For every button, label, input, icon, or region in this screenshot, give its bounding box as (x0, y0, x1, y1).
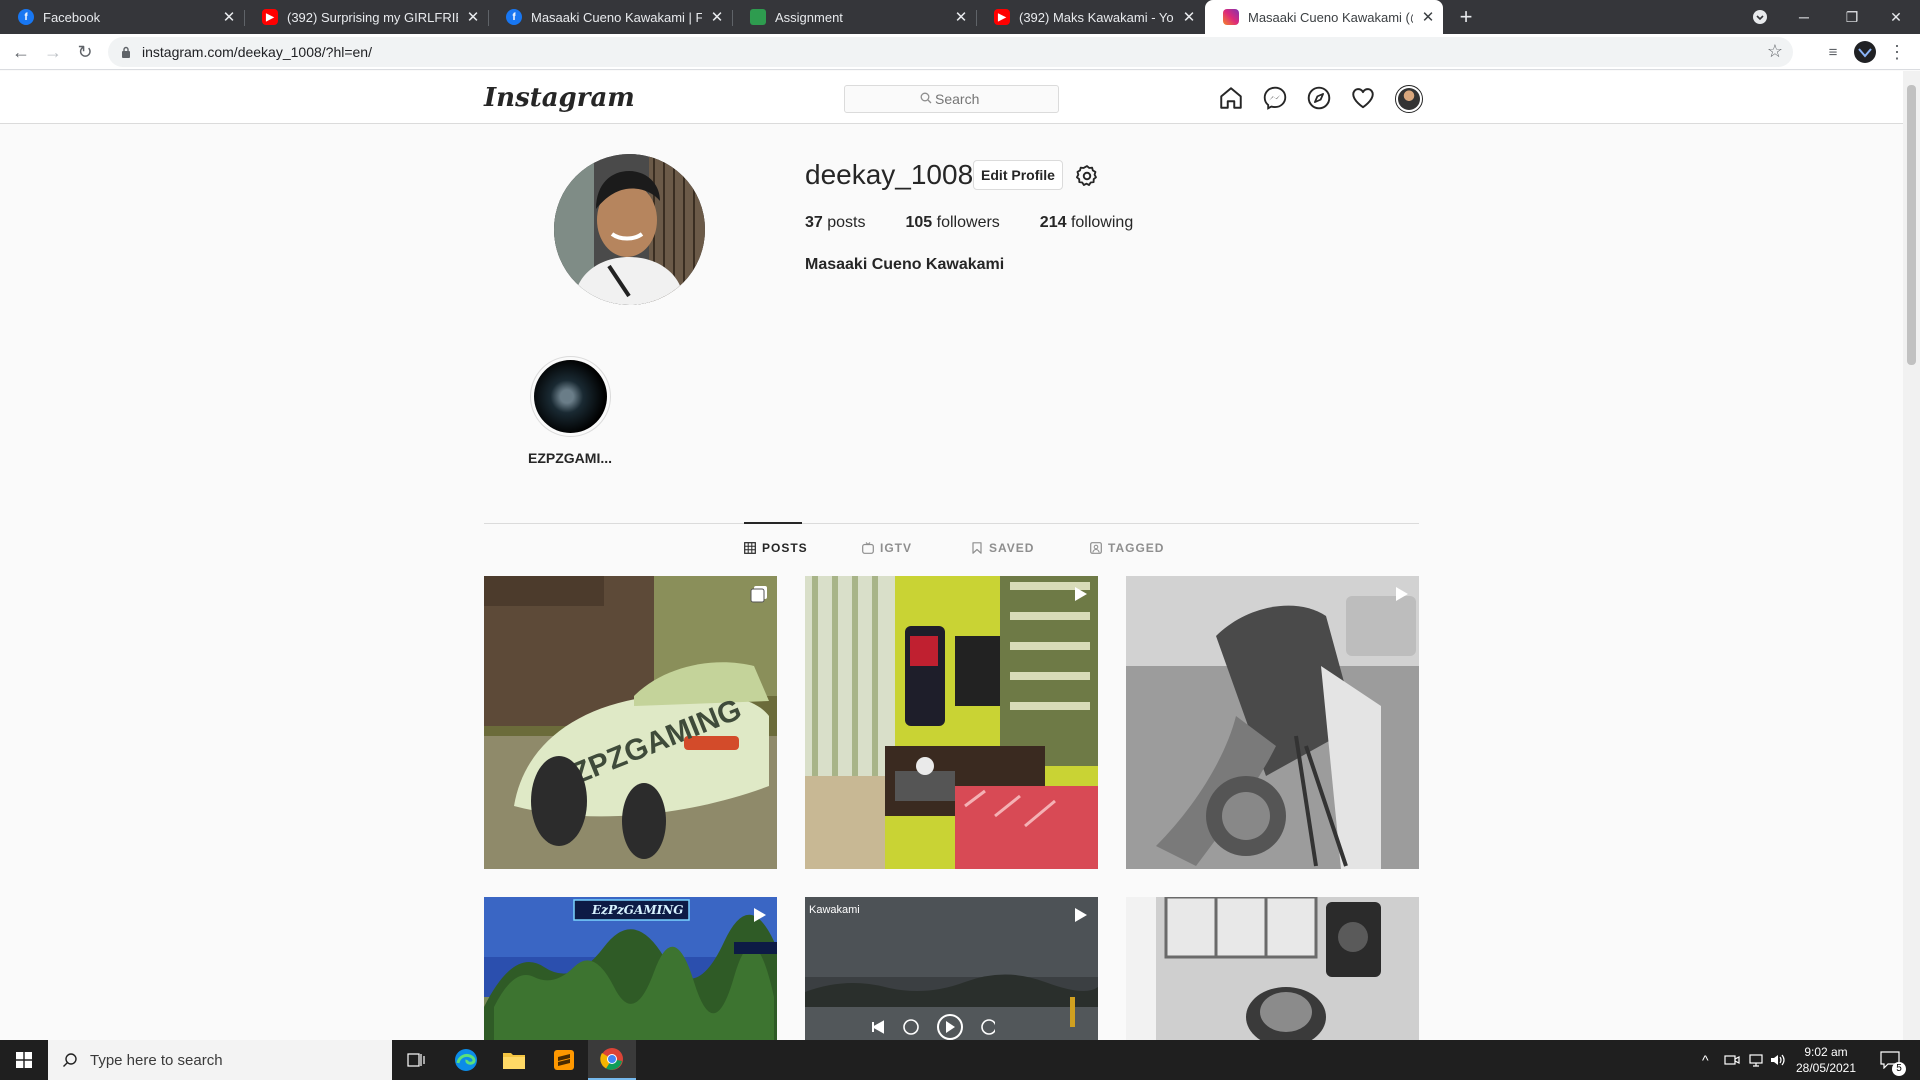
instagram-logo[interactable]: Instagram (484, 83, 635, 113)
youtube-icon: ▶ (994, 9, 1010, 25)
post-overlay-text: Kawakami (809, 904, 860, 916)
browser-tab-assignment[interactable]: Assignment ✕ (732, 0, 976, 34)
highlight-label: EZPZGAMI... (528, 450, 612, 466)
post-thumbnail[interactable]: Kawakami (805, 897, 1098, 1040)
video-play-icon (754, 908, 766, 922)
lock-icon (122, 46, 130, 58)
browser-tab-facebook-profile[interactable]: f Masaaki Cueno Kawakami | Facel ✕ (488, 0, 732, 34)
network-icon[interactable] (1748, 1040, 1764, 1080)
browser-toolbar: ← → ↻ instagram.com/deekay_1008/?hl=en/ … (0, 34, 1920, 70)
file-explorer-icon[interactable] (490, 1040, 538, 1080)
grid-icon (744, 542, 756, 554)
search-icon (63, 1053, 77, 1067)
post-thumbnail[interactable]: EZPZGAMING (484, 576, 777, 869)
tabs-divider (484, 523, 1419, 524)
back-button[interactable]: ← (8, 39, 34, 65)
followers-link[interactable]: 105 followers (906, 214, 1000, 232)
notification-center-icon[interactable]: 5 (1880, 1040, 1906, 1080)
highlight-cover (529, 356, 611, 437)
profile-avatar[interactable] (554, 154, 705, 305)
browser-tab-instagram[interactable]: Masaaki Cueno Kawakami (@dee ✕ (1205, 0, 1443, 34)
profile-username: deekay_1008 (805, 159, 974, 190)
story-highlight[interactable]: EZPZGAMI... (528, 356, 612, 466)
tagged-person-icon (1090, 542, 1102, 554)
carousel-icon (750, 586, 767, 603)
address-bar[interactable]: instagram.com/deekay_1008/?hl=en/ ☆ (108, 37, 1793, 67)
bookmark-icon (972, 542, 982, 554)
video-play-icon (1396, 587, 1408, 601)
close-tab-icon[interactable]: ✕ (214, 8, 244, 26)
new-tab-button[interactable]: + (1453, 4, 1479, 30)
close-window-button[interactable]: ✕ (1872, 0, 1920, 34)
profile-stats: 37 posts 105 followers 214 following (805, 214, 1133, 232)
browser-tabstrip: f Facebook ✕ ▶ (392) Surprising my GIRLF… (0, 0, 1920, 34)
chrome-taskbar-icon[interactable] (588, 1040, 636, 1080)
edit-profile-button[interactable]: Edit Profile (973, 160, 1063, 190)
search-icon (920, 92, 932, 104)
tab-tagged[interactable]: TAGGED (1090, 541, 1164, 555)
close-tab-icon[interactable]: ✕ (1413, 8, 1443, 26)
profile-full-name: Masaaki Cueno Kawakami (805, 256, 1005, 273)
post-thumbnail[interactable] (1126, 576, 1419, 869)
close-tab-icon[interactable]: ✕ (946, 8, 976, 26)
post-overlay-text: EzPzGAMING (592, 903, 684, 917)
bookmark-star-icon[interactable]: ☆ (1767, 41, 1783, 62)
post-thumbnail[interactable] (805, 576, 1098, 869)
classroom-icon (750, 9, 766, 25)
profile-avatar-icon[interactable] (1852, 39, 1878, 65)
notification-count-badge: 5 (1892, 1062, 1906, 1076)
search-input[interactable] (935, 91, 1045, 107)
close-tab-icon[interactable]: ✕ (458, 8, 488, 26)
close-tab-icon[interactable]: ✕ (702, 8, 732, 26)
profile-avatar-nav[interactable] (1395, 85, 1423, 113)
youtube-icon: ▶ (262, 9, 278, 25)
home-icon[interactable] (1218, 85, 1244, 111)
sublime-text-icon[interactable] (540, 1040, 588, 1080)
messenger-icon[interactable] (1262, 85, 1288, 111)
windows-logo-icon (16, 1052, 32, 1068)
edge-browser-icon[interactable] (442, 1040, 490, 1080)
activity-heart-icon[interactable] (1350, 85, 1376, 111)
instagram-header: Instagram (0, 71, 1903, 124)
volume-icon[interactable] (1770, 1040, 1786, 1080)
chrome-menu-icon[interactable]: ⋮ (1884, 39, 1910, 65)
posts-count: 37 posts (805, 214, 866, 231)
taskbar-search[interactable]: Type here to search (48, 1040, 392, 1080)
reading-list-icon[interactable]: ≡ (1820, 39, 1846, 65)
igtv-icon (862, 542, 874, 554)
video-controls[interactable] (865, 1014, 995, 1040)
url-text: instagram.com/deekay_1008/?hl=en/ (142, 44, 372, 60)
tab-posts[interactable]: POSTS (744, 541, 808, 555)
show-hidden-icons[interactable]: ^ (1702, 1040, 1709, 1080)
search-box[interactable] (844, 85, 1059, 113)
browser-tab-facebook[interactable]: f Facebook ✕ (0, 0, 244, 34)
close-tab-icon[interactable]: ✕ (1174, 8, 1204, 26)
video-play-icon (1075, 908, 1087, 922)
browser-tab-youtube-channel[interactable]: ▶ (392) Maks Kawakami - YouTube ✕ (976, 0, 1204, 34)
meet-now-icon[interactable] (1724, 1040, 1740, 1080)
scrollbar-thumb[interactable] (1907, 85, 1916, 365)
post-thumbnail[interactable]: EzPzGAMING (484, 897, 777, 1040)
reload-button[interactable]: ↻ (72, 39, 98, 65)
start-button[interactable] (0, 1040, 48, 1080)
explore-compass-icon[interactable] (1306, 85, 1332, 111)
taskbar-clock[interactable]: 9:02 am 28/05/2021 (1788, 1044, 1864, 1076)
facebook-icon: f (506, 9, 522, 25)
facebook-icon: f (18, 9, 34, 25)
post-thumbnail[interactable] (1126, 897, 1419, 1040)
settings-gear-icon[interactable] (1074, 163, 1100, 189)
forward-button[interactable]: → (40, 39, 66, 65)
windows-taskbar: Type here to search ^ 9:02 am 28/05/2021… (0, 1040, 1920, 1080)
page-scrollbar[interactable] (1903, 71, 1920, 1040)
tab-saved[interactable]: SAVED (971, 541, 1034, 555)
instagram-icon (1223, 9, 1239, 25)
following-link[interactable]: 214 following (1040, 214, 1133, 232)
tab-igtv[interactable]: IGTV (862, 541, 912, 555)
video-play-icon (1075, 587, 1087, 601)
task-view-icon[interactable] (392, 1040, 440, 1080)
browser-tab-youtube-girlfriend[interactable]: ▶ (392) Surprising my GIRLFRIEND ✕ (244, 0, 488, 34)
active-tab-indicator (744, 522, 802, 524)
